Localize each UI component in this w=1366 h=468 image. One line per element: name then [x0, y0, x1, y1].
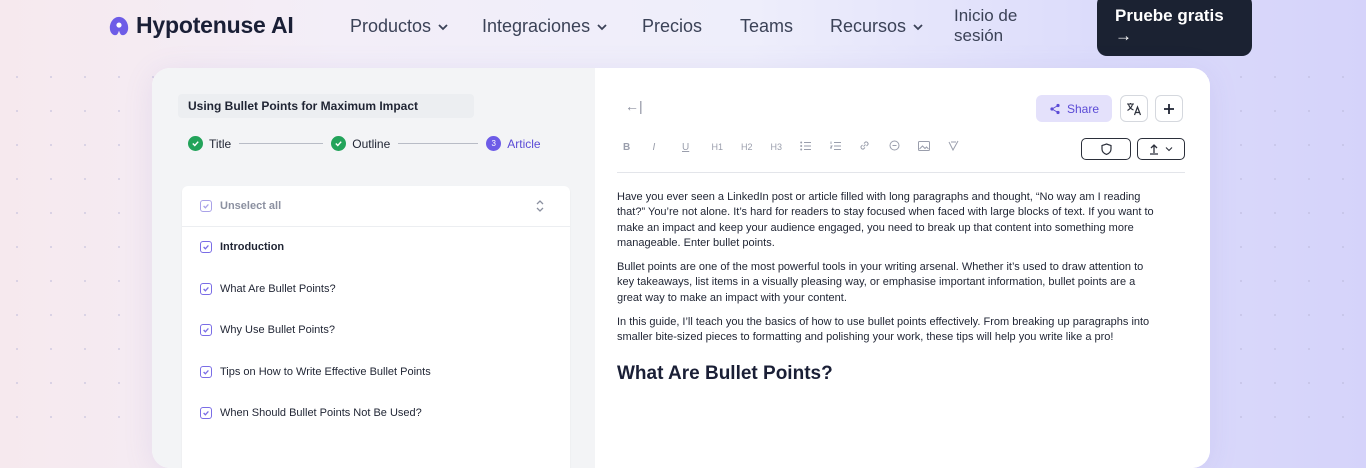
- step-label: Article: [507, 136, 541, 151]
- document-title[interactable]: Using Bullet Points for Maximum Impact: [178, 94, 474, 118]
- translate-icon: [1127, 102, 1142, 115]
- step-title[interactable]: Title: [188, 136, 231, 151]
- progress-steps: Title Outline 3 Article: [188, 136, 541, 151]
- nav-precios[interactable]: Precios: [642, 16, 702, 37]
- nav-label: Teams: [740, 16, 794, 36]
- article-paragraph: Bullet points are one of the most powerf…: [617, 261, 1144, 304]
- share-button[interactable]: Share: [1036, 95, 1112, 122]
- article-heading: What Are Bullet Points?: [617, 362, 833, 384]
- step-article[interactable]: 3 Article: [486, 136, 541, 151]
- step-connector: [398, 143, 479, 144]
- checkbox-checked-icon[interactable]: [200, 366, 212, 378]
- checkbox-checked-icon[interactable]: [200, 200, 212, 212]
- hypotenuse-logo-icon: [109, 16, 129, 35]
- outline-item-label: When Should Bullet Points Not Be Used?: [220, 407, 422, 419]
- numbered-list-icon[interactable]: [829, 141, 860, 154]
- article-content[interactable]: Have you ever seen a LinkedIn post or ar…: [617, 190, 1162, 384]
- checkbox-checked-icon[interactable]: [200, 324, 212, 336]
- nav-label: Precios: [642, 16, 703, 36]
- check-circle-icon: [331, 136, 347, 151]
- outline-item-label: Why Use Bullet Points?: [220, 324, 335, 336]
- heading3-button[interactable]: H3: [771, 142, 801, 152]
- expand-collapse-icon[interactable]: [534, 199, 546, 213]
- outline-item[interactable]: What Are Bullet Points?: [200, 283, 336, 295]
- clear-format-icon[interactable]: [948, 140, 978, 154]
- nav-label: Recursos: [830, 16, 907, 36]
- article-paragraph: Have you ever seen a LinkedIn post or ar…: [617, 191, 1154, 249]
- italic-button[interactable]: I: [653, 142, 683, 153]
- export-button[interactable]: [1137, 138, 1185, 160]
- nav-recursos[interactable]: Recursos: [830, 16, 924, 37]
- format-toolbar: B I U H1 H2 H3: [623, 140, 977, 154]
- unselect-all-label: Unselect all: [220, 200, 282, 212]
- free-trial-button[interactable]: Pruebe gratis →: [1097, 0, 1252, 56]
- nav-label: Integraciones: [482, 16, 591, 36]
- security-button[interactable]: [1081, 138, 1131, 160]
- unlink-icon[interactable]: [889, 140, 919, 154]
- translate-button[interactable]: [1120, 95, 1148, 122]
- step-label: Outline: [352, 136, 391, 151]
- outline-item[interactable]: Introduction: [200, 241, 284, 253]
- article-paragraph: In this guide, I’ll teach you the basics…: [617, 316, 1150, 344]
- upload-icon: [1150, 144, 1158, 155]
- outline-item-label: Tips on How to Write Effective Bullet Po…: [220, 366, 431, 378]
- toolbar-divider: [617, 172, 1185, 173]
- nav-label: Productos: [350, 16, 432, 36]
- add-button[interactable]: [1155, 95, 1183, 122]
- article-editor: ←| Share B I U H1 H2 H3 Have you ever se…: [595, 68, 1210, 468]
- check-circle-icon: [188, 136, 203, 151]
- outline-item[interactable]: Tips on How to Write Effective Bullet Po…: [200, 366, 431, 378]
- step-label: Title: [209, 136, 232, 151]
- share-icon: [1050, 103, 1060, 114]
- chevron-down-icon: [913, 23, 923, 30]
- checkbox-checked-icon[interactable]: [200, 241, 212, 253]
- collapse-panel-button[interactable]: ←|: [625, 98, 643, 114]
- chevron-down-icon: [597, 23, 607, 30]
- link-icon[interactable]: [859, 140, 889, 154]
- step-outline[interactable]: Outline: [331, 136, 390, 151]
- image-icon[interactable]: [918, 140, 948, 154]
- step-number-badge: 3: [486, 136, 502, 151]
- chevron-down-icon: [1165, 147, 1173, 152]
- outline-item-label: What Are Bullet Points?: [220, 283, 336, 295]
- plus-icon: [1164, 103, 1174, 114]
- outline-item-label: Introduction: [220, 241, 285, 253]
- checkbox-checked-icon[interactable]: [200, 407, 212, 419]
- share-label: Share: [1066, 101, 1100, 116]
- outline-item[interactable]: Why Use Bullet Points?: [200, 324, 335, 336]
- checkbox-checked-icon[interactable]: [200, 283, 212, 295]
- top-navbar: Hypotenuse AI Productos Integraciones Pr…: [0, 0, 1366, 60]
- outline-panel: Using Bullet Points for Maximum Impact T…: [152, 68, 595, 468]
- heading1-button[interactable]: H1: [712, 142, 742, 152]
- brand-logo[interactable]: Hypotenuse AI: [108, 12, 294, 39]
- chevron-down-icon: [438, 23, 448, 30]
- step-connector: [239, 143, 324, 144]
- shield-icon: [1100, 143, 1112, 155]
- underline-button[interactable]: U: [682, 142, 712, 153]
- bold-button[interactable]: B: [623, 142, 653, 153]
- bullet-list-icon[interactable]: [800, 141, 830, 154]
- heading2-button[interactable]: H2: [741, 142, 771, 152]
- nav-integraciones[interactable]: Integraciones: [482, 16, 608, 37]
- brand-name: Hypotenuse AI: [136, 12, 294, 38]
- nav-productos[interactable]: Productos: [350, 16, 449, 37]
- editor-preview-card: Using Bullet Points for Maximum Impact T…: [152, 68, 1210, 468]
- outline-item[interactable]: When Should Bullet Points Not Be Used?: [200, 407, 422, 419]
- unselect-all-row[interactable]: Unselect all: [182, 186, 570, 227]
- nav-teams[interactable]: Teams: [740, 16, 793, 37]
- outline-list: Unselect all Introduction What Are Bulle…: [182, 186, 570, 468]
- login-link[interactable]: Inicio de sesión: [954, 6, 1044, 46]
